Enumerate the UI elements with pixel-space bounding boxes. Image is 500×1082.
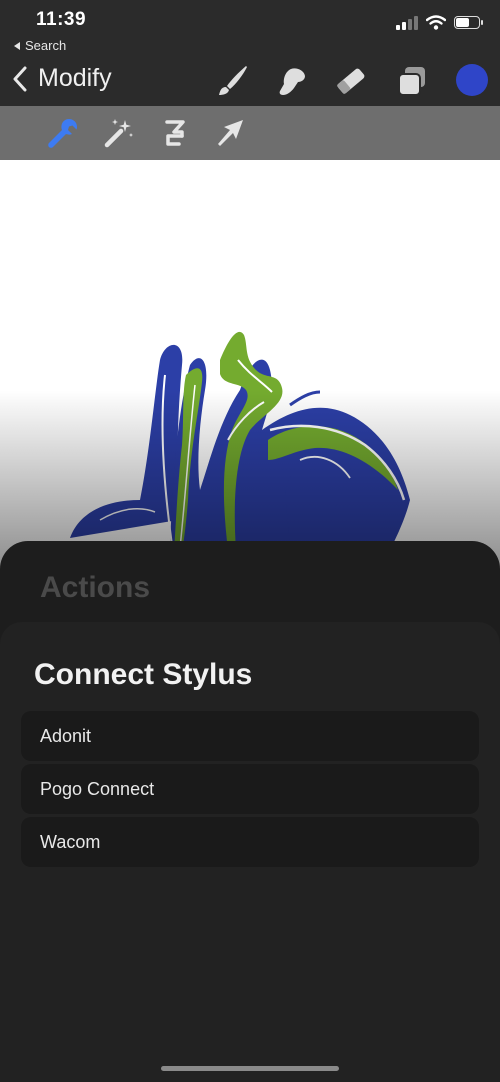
selection-icon (165, 120, 185, 146)
back-to-search-label: Search (25, 38, 67, 53)
home-indicator[interactable] (161, 1066, 339, 1071)
nav-title: Modify (38, 64, 112, 92)
arrow-icon (218, 120, 243, 146)
wrench-icon (48, 119, 77, 148)
eraser-icon (337, 68, 365, 94)
selection-button[interactable] (156, 115, 192, 151)
color-swatch-button[interactable] (456, 64, 488, 96)
status-time: 11:39 (36, 9, 87, 30)
smudge-tool-button[interactable] (272, 62, 310, 100)
smudge-icon (279, 68, 305, 95)
adjustments-button[interactable] (101, 115, 137, 151)
connect-stylus-sheet: Connect Stylus Adonit Pogo Connect Wacom (0, 622, 500, 1082)
connect-stylus-title: Connect Stylus (34, 658, 253, 691)
procreate-screen: 11:39 Search Modify Actions Connect Styl… (0, 0, 500, 1082)
status-bar: 11:39 Search (0, 0, 500, 58)
battery-icon (454, 16, 483, 29)
back-to-search-link[interactable]: Search (14, 38, 66, 53)
modify-toolbar (0, 106, 500, 160)
back-triangle-icon (14, 41, 20, 50)
magic-wand-icon (104, 119, 133, 148)
stylus-option-pogo-connect[interactable]: Pogo Connect (21, 764, 479, 814)
stylus-option-adonit[interactable]: Adonit (21, 711, 479, 761)
layers-button[interactable] (393, 62, 431, 100)
layers-icon (398, 67, 425, 96)
chevron-left-icon (13, 66, 27, 91)
actions-sheet-title: Actions (40, 571, 151, 604)
stylus-option-wacom[interactable]: Wacom (21, 817, 479, 867)
actions-button[interactable] (45, 115, 81, 151)
battery-level (456, 18, 470, 27)
brush-tool-button[interactable] (213, 62, 251, 100)
transform-button[interactable] (212, 115, 248, 151)
back-button[interactable]: Modify (12, 64, 112, 93)
status-icons (396, 15, 483, 30)
eraser-tool-button[interactable] (332, 62, 370, 100)
wifi-icon (426, 15, 446, 30)
nav-bar: Modify (0, 58, 500, 106)
cellular-signal-icon (396, 15, 418, 30)
brush-icon (219, 66, 247, 95)
